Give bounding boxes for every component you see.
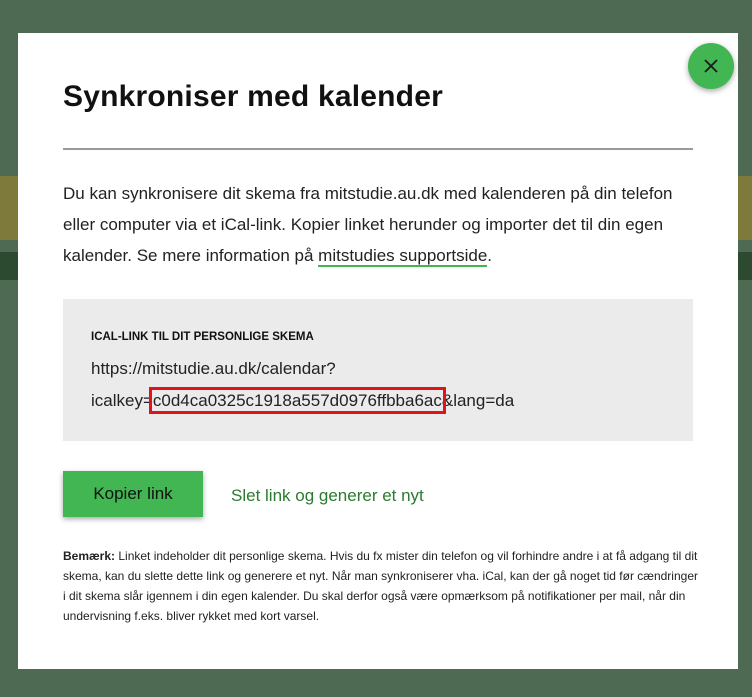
copy-link-button[interactable]: Kopier link bbox=[63, 471, 203, 517]
ical-url-line1: https://mitstudie.au.dk/calendar? bbox=[91, 359, 336, 378]
ical-url[interactable]: https://mitstudie.au.dk/calendar? icalkey… bbox=[91, 353, 681, 417]
intro-end: . bbox=[487, 246, 493, 265]
close-icon bbox=[704, 59, 718, 73]
dialog-title: Synkroniser med kalender bbox=[63, 80, 443, 113]
regenerate-link[interactable]: Slet link og generer et nyt bbox=[231, 486, 424, 506]
ical-heading: ICAL-LINK TIL DIT PERSONLIGE SKEMA bbox=[91, 331, 314, 343]
divider bbox=[63, 148, 693, 150]
note-label: Bemærk: bbox=[63, 549, 116, 563]
close-button[interactable] bbox=[688, 43, 734, 89]
ical-link-box: ICAL-LINK TIL DIT PERSONLIGE SKEMA https… bbox=[63, 299, 693, 441]
support-link[interactable]: mitstudies supportside bbox=[318, 246, 488, 267]
ical-url-prefix: icalkey= bbox=[91, 391, 153, 410]
intro-paragraph: Du kan synkronisere dit skema fra mitstu… bbox=[63, 178, 703, 271]
note-text: Linket indeholder dit personlige skema. … bbox=[63, 549, 698, 623]
ical-url-suffix: &lang=da bbox=[441, 391, 515, 410]
note-paragraph: Bemærk: Linket indeholder dit personlige… bbox=[63, 546, 703, 626]
ical-key-highlight: c0d4ca0325c1918a557d0976ffbba6ac bbox=[148, 387, 446, 414]
